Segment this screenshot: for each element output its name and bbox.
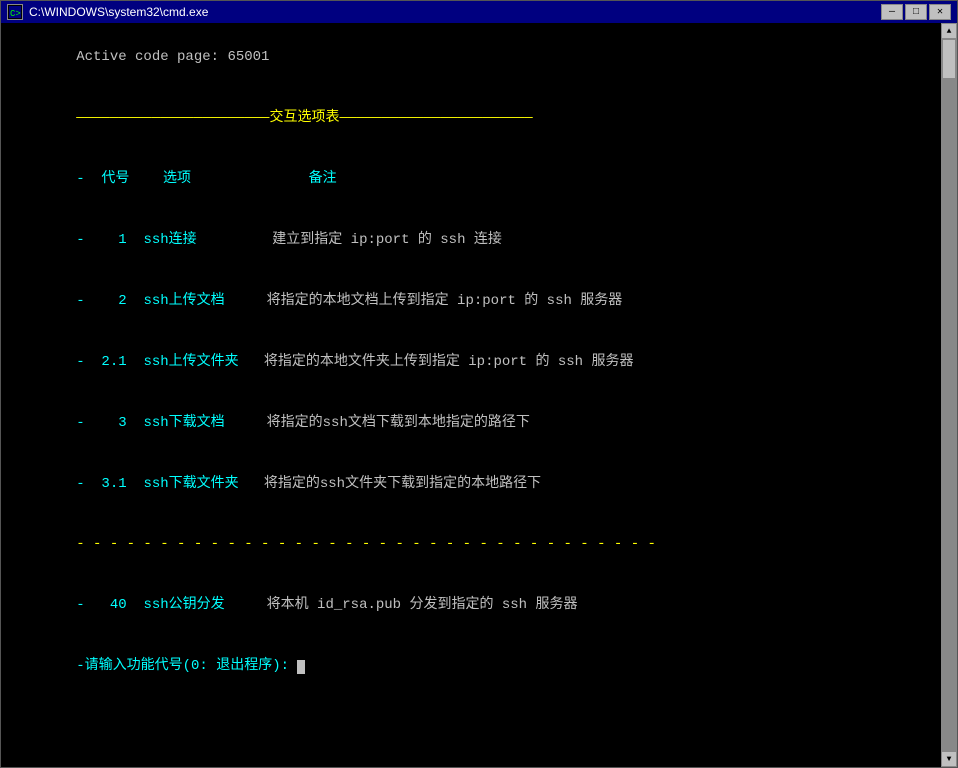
scrollbar-track[interactable] [941,39,957,751]
row40-cmd: ssh公钥分发 [143,597,266,613]
minimize-button[interactable]: — [881,4,903,20]
close-button[interactable]: ✕ [929,4,951,20]
row1-code: - 1 [76,232,143,248]
scroll-up-button[interactable]: ▲ [941,23,957,39]
row2-cmd: ssh上传文档 [143,293,266,309]
row1-cmd: ssh连接 [143,232,272,248]
row3-code: - 3 [76,415,143,431]
row21-cmd: ssh上传文件夹 [143,354,263,370]
title-bar-left: C> C:\WINDOWS\system32\cmd.exe [7,4,208,20]
menu-row-40: - 40 ssh公钥分发 将本机 id_rsa.pub 分发到指定的 ssh 服… [9,575,931,636]
prompt-line[interactable]: -请输入功能代号(0: 退出程序): [9,636,931,697]
menu-row-2: - 2 ssh上传文档 将指定的本地文档上传到指定 ip:port 的 ssh … [9,271,931,332]
col-header-text: - 代号 选项 备注 [76,171,336,187]
cmd-icon: C> [7,4,23,20]
prompt-text: -请输入功能代号(0: 退出程序): [76,658,297,674]
menu-header-line: ———————————————————————交互选项表————————————… [9,88,931,149]
menu-row-2-1: - 2.1 ssh上传文件夹 将指定的本地文件夹上传到指定 ip:port 的 … [9,331,931,392]
row40-desc: 将本机 id_rsa.pub 分发到指定的 ssh 服务器 [267,597,578,613]
title-bar: C> C:\WINDOWS\system32\cmd.exe — □ ✕ [1,1,957,23]
console-content: Active code page: 65001 ————————————————… [9,27,931,697]
active-code-page-text: Active code page: 65001 [76,49,269,65]
row31-desc: 将指定的ssh文件夹下载到指定的本地路径下 [264,476,541,492]
menu-row-3-1: - 3.1 ssh下载文件夹 将指定的ssh文件夹下载到指定的本地路径下 [9,453,931,514]
svg-text:C>: C> [10,9,21,18]
row40-code: - 40 [76,597,143,613]
menu-row-3: - 3 ssh下载文档 将指定的ssh文档下载到本地指定的路径下 [9,392,931,453]
cmd-window: C> C:\WINDOWS\system32\cmd.exe — □ ✕ Act… [0,0,958,768]
separator-line: - - - - - - - - - - - - - - - - - - - - … [9,514,931,575]
scroll-down-button[interactable]: ▼ [941,751,957,767]
scrollbar[interactable]: ▲ ▼ [941,23,957,767]
row31-code: - 3.1 [76,476,143,492]
window-title: C:\WINDOWS\system32\cmd.exe [29,5,208,19]
row3-cmd: ssh下载文档 [143,415,266,431]
row3-desc: 将指定的ssh文档下载到本地指定的路径下 [267,415,530,431]
menu-header-text: ———————————————————————交互选项表————————————… [76,110,532,126]
row31-cmd: ssh下载文件夹 [143,476,263,492]
menu-row-1: - 1 ssh连接 建立到指定 ip:port 的 ssh 连接 [9,210,931,271]
scrollbar-thumb[interactable] [942,39,956,79]
title-bar-buttons: — □ ✕ [881,4,951,20]
maximize-button[interactable]: □ [905,4,927,20]
active-code-page-line: Active code page: 65001 [9,27,931,88]
console-area: Active code page: 65001 ————————————————… [1,23,957,767]
cursor [297,660,305,674]
row21-code: - 2.1 [76,354,143,370]
row1-desc: 建立到指定 ip:port 的 ssh 连接 [272,232,502,248]
col-header-line: - 代号 选项 备注 [9,149,931,210]
row2-desc: 将指定的本地文档上传到指定 ip:port 的 ssh 服务器 [267,293,623,309]
row21-desc: 将指定的本地文件夹上传到指定 ip:port 的 ssh 服务器 [264,354,634,370]
separator-text: - - - - - - - - - - - - - - - - - - - - … [76,536,656,552]
row2-code: - 2 [76,293,143,309]
